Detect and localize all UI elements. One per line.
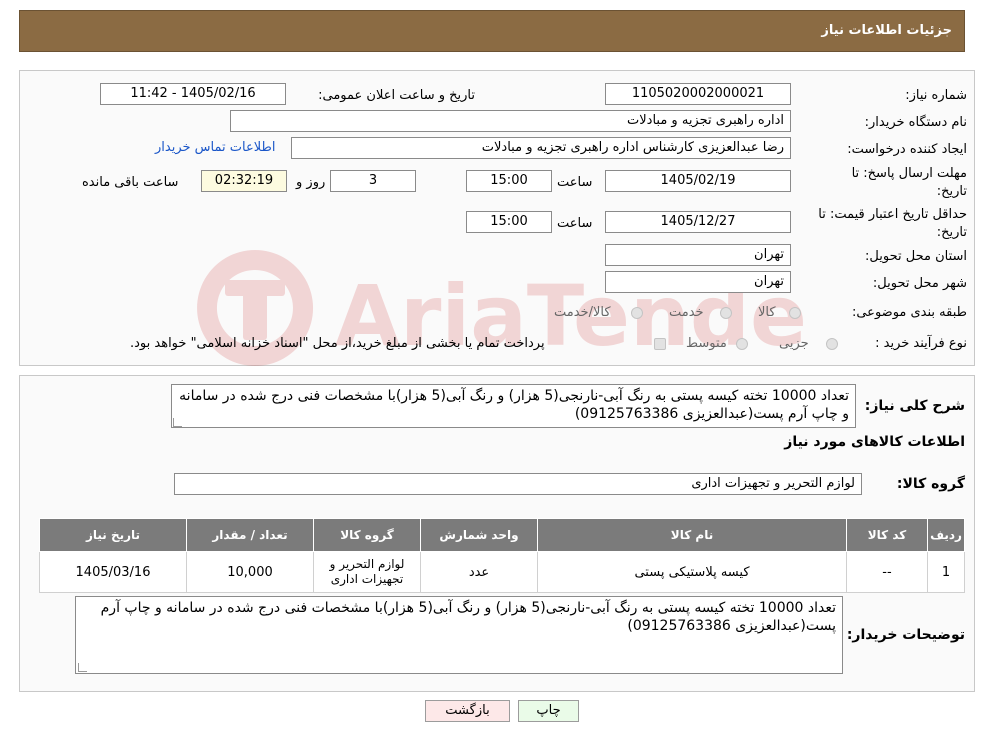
city-field: تهران xyxy=(605,271,791,293)
need-number-field: 1105020002000021 xyxy=(605,83,791,105)
description-textarea[interactable]: تعداد 10000 تخته کیسه پستی به رنگ آبی-نا… xyxy=(171,384,856,428)
process-medium-radio[interactable] xyxy=(736,338,748,350)
resize-handle-icon[interactable] xyxy=(173,418,182,427)
process-minor-radio[interactable] xyxy=(826,338,838,350)
cell-quantity: 10,000 xyxy=(186,551,314,593)
table-row: 1 -- کیسه پلاستیکی پستی عدد لوازم التحری… xyxy=(39,551,965,593)
validity-date-field: 1405/12/27 xyxy=(605,211,791,233)
deadline-label: مهلت ارسال پاسخ: تا xyxy=(851,166,967,181)
requester-field: رضا عبدالعزیزی کارشناس اداره راهبری تجزی… xyxy=(291,137,791,159)
table-header-row: ردیف کد کالا نام کالا واحد شمارش گروه کا… xyxy=(39,518,965,552)
goods-group-field: لوازم التحریر و تجهیزات اداری xyxy=(174,473,862,495)
print-button[interactable]: چاپ xyxy=(518,700,579,722)
description-text: تعداد 10000 تخته کیسه پستی به رنگ آبی-نا… xyxy=(179,388,849,422)
city-label: شهر محل تحویل: xyxy=(872,276,967,291)
requester-label: ایجاد کننده درخواست: xyxy=(847,142,967,157)
treasury-checkbox[interactable] xyxy=(654,338,666,350)
province-field: تهران xyxy=(605,244,791,266)
buyer-notes-text: تعداد 10000 تخته کیسه پستی به رنگ آبی-نا… xyxy=(100,600,836,634)
category-goods-service-label: کالا/خدمت xyxy=(554,305,611,320)
category-service-radio[interactable] xyxy=(720,307,732,319)
process-medium-label: متوسط xyxy=(686,336,727,351)
page-title: جزئیات اطلاعات نیاز xyxy=(821,23,952,38)
category-goods-radio[interactable] xyxy=(789,307,801,319)
col-header-name: نام کالا xyxy=(537,518,847,552)
resize-handle-icon[interactable] xyxy=(78,663,87,672)
description-label: شرح کلی نیاز: xyxy=(864,398,965,414)
validity-time-field: 15:00 xyxy=(466,211,552,233)
category-goods-label: کالا xyxy=(758,305,776,320)
col-header-group: گروه کالا xyxy=(313,518,421,552)
validity-label: حداقل تاریخ اعتبار قیمت: تا xyxy=(818,207,967,222)
back-button[interactable]: بازگشت xyxy=(425,700,510,722)
deadline-time-field: 15:00 xyxy=(466,170,552,192)
col-header-date: تاریخ نیاز xyxy=(39,518,187,552)
process-label: نوع فرآیند خرید : xyxy=(875,336,967,351)
buyer-notes-textarea[interactable]: تعداد 10000 تخته کیسه پستی به رنگ آبی-نا… xyxy=(75,596,843,674)
cell-code: -- xyxy=(846,551,928,593)
category-label: طبقه بندی موضوعی: xyxy=(851,305,967,320)
deadline-time-label: ساعت xyxy=(557,175,593,190)
announce-label: تاریخ و ساعت اعلان عمومی: xyxy=(318,88,475,103)
cell-row-number: 1 xyxy=(927,551,965,593)
cell-group: لوازم التحریر و تجهیزات اداری xyxy=(313,551,421,593)
announce-field: 1405/02/16 - 11:42 xyxy=(100,83,286,105)
process-minor-label: جزیی xyxy=(779,336,809,351)
treasury-note: پرداخت تمام یا بخشی از مبلغ خرید،از محل … xyxy=(130,336,545,351)
cell-date: 1405/03/16 xyxy=(39,551,187,593)
col-header-unit: واحد شمارش xyxy=(420,518,538,552)
validity-label-2: تاریخ: xyxy=(936,225,967,240)
days-label: روز و xyxy=(296,175,326,190)
col-header-quantity: تعداد / مقدار xyxy=(186,518,314,552)
goods-section-title: اطلاعات کالاهای مورد نیاز xyxy=(784,434,965,450)
deadline-label-2: تاریخ: xyxy=(936,184,967,199)
goods-group-label: گروه کالا: xyxy=(896,476,965,492)
validity-time-label: ساعت xyxy=(557,216,593,231)
items-table: ردیف کد کالا نام کالا واحد شمارش گروه کا… xyxy=(39,518,965,593)
deadline-date-field: 1405/02/19 xyxy=(605,170,791,192)
buyer-notes-label: توضیحات خریدار: xyxy=(846,627,965,643)
buyer-org-label: نام دستگاه خریدار: xyxy=(864,115,967,130)
need-number-label: شماره نیاز: xyxy=(905,88,967,103)
days-field: 3 xyxy=(330,170,416,192)
province-label: استان محل تحویل: xyxy=(865,249,967,264)
remaining-label: ساعت باقی مانده xyxy=(82,175,179,190)
category-goods-service-radio[interactable] xyxy=(631,307,643,319)
remaining-time-field: 02:32:19 xyxy=(201,170,287,192)
col-header-code: کد کالا xyxy=(846,518,928,552)
page-header: جزئیات اطلاعات نیاز xyxy=(19,10,965,52)
category-service-label: خدمت xyxy=(669,305,704,320)
col-header-row-number: ردیف xyxy=(927,518,965,552)
buyer-org-field: اداره راهبری تجزیه و مبادلات xyxy=(230,110,791,132)
cell-name: کیسه پلاستیکی پستی xyxy=(537,551,847,593)
cell-unit: عدد xyxy=(420,551,538,593)
buyer-contact-link[interactable]: اطلاعات تماس خریدار xyxy=(155,140,275,155)
